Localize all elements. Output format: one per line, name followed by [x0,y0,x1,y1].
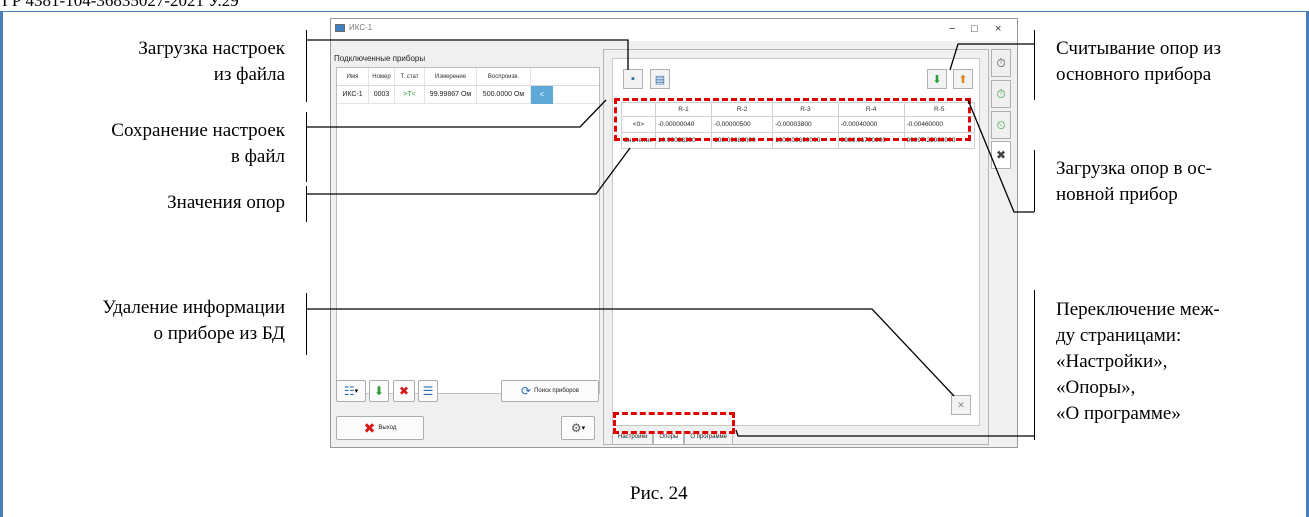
search-devices-button[interactable]: ⟳ Поиск приборов [501,380,599,402]
delete-device-button[interactable]: ✖ [393,380,415,402]
window-title: ИКС-1 [349,23,373,32]
callout-load-settings: Загрузка настроек из файла [138,38,285,85]
bracket-read [1034,30,1035,100]
app-window: ИКС-1 − □ × Подключенные приборы Имя Ном… [330,18,1018,448]
callout-switch-pages: Переключение меж- ду страницами: «Настро… [1056,299,1220,424]
stopwatch-icon: ⏱ [996,55,1006,70]
callout-save-settings: Сохранение настроек в файл [111,120,285,167]
side-button-1[interactable]: ⏱ [991,49,1011,77]
read-arrow-icon: ⬇ [932,73,942,86]
save-settings-button[interactable]: ▪ [623,69,643,89]
callout-delete-info: Удаление информации о приборе из БД [102,297,285,344]
devices-panel-title: Подключенные приборы [334,54,426,63]
exit-label: Выход [378,425,397,431]
load-settings-button[interactable]: ▤ [650,69,670,89]
side-button-3[interactable]: ⏲ [991,111,1011,139]
col-action [531,68,553,86]
bracket-refs [306,186,307,222]
cell-reproduction: 500.0000 Ом [477,86,531,104]
download-arrow-icon: ⬇ [373,384,385,398]
row-action-button[interactable]: < [531,86,553,104]
col-tstat: Т. стат [395,68,425,86]
open-file-icon: ▤ [654,73,666,86]
col-reproduction: Воспроизв. [477,68,531,86]
col-measurement: Измерение [425,68,477,86]
bracket-switch [1034,290,1035,440]
highlight-tabs [613,412,735,434]
import-device-button[interactable]: ⬇ [369,380,389,402]
refresh-icon: ⟳ [521,384,532,398]
read-refs-button[interactable]: ⬇ [927,69,947,89]
table-row[interactable]: ИКС-1 0003 >T< 99.99867 Ом 500.0000 Ом < [337,86,599,104]
save-disk-icon: ▪ [631,73,635,85]
edit-device-button[interactable]: ☰ [418,380,438,402]
cell-measurement: 99.99867 Ом [425,86,477,104]
col-name: Имя [337,68,369,86]
clock-icon: ⏲ [996,117,1006,132]
app-icon [335,24,345,32]
erase-icon: ✕ [957,399,965,410]
timer-icon: ⏱ [996,86,1006,101]
close-button[interactable]: × [995,23,1001,35]
side-button-2[interactable]: ⏱ [991,80,1011,108]
add-device-icon: ☷ [343,384,355,398]
callout-read-refs: Считывание опор из основного прибора [1056,38,1221,85]
cell-tstat: >T< [395,86,425,104]
highlight-refs-table [614,98,971,141]
title-bar: ИКС-1 − □ × [331,19,1017,41]
exit-x-icon: ✖ [363,419,376,436]
devices-table: Имя Номер Т. стат Измерение Воспроизв. И… [336,67,600,394]
upload-arrow-icon: ⬆ [958,73,968,86]
cell-number: 0003 [369,86,395,104]
callout-ref-values: Значения опор [167,192,285,213]
devices-table-header: Имя Номер Т. стат Измерение Воспроизв. [337,68,599,86]
load-refs-button[interactable]: ⬆ [953,69,973,89]
maximize-button[interactable]: □ [971,23,978,35]
cell-name: ИКС-1 [337,86,369,104]
list-icon: ☰ [422,384,434,398]
col-number: Номер [369,68,395,86]
exit-button[interactable]: ✖ Выход [336,416,424,440]
clear-refs-button[interactable]: ✕ [951,395,971,415]
gear-icon: ⚙ [570,421,582,435]
delete-x-icon: ✖ [398,384,410,398]
bracket-loadrefs [1034,150,1035,212]
tools-icon: ✖ [995,148,1007,162]
bracket-save [306,112,307,182]
bracket-delete [306,293,307,355]
bracket-load [306,30,307,102]
minimize-button[interactable]: − [949,23,955,35]
settings-button[interactable]: ⚙ ▾ [561,416,595,440]
add-device-button[interactable]: ☷ ▾ [336,380,366,402]
side-button-4[interactable]: ✖ [991,141,1011,169]
search-devices-label: Поиск приборов [534,388,579,394]
figure-caption: Рис. 24 [630,483,688,504]
callout-load-refs: Загрузка опор в ос-новной прибор [1056,158,1212,205]
